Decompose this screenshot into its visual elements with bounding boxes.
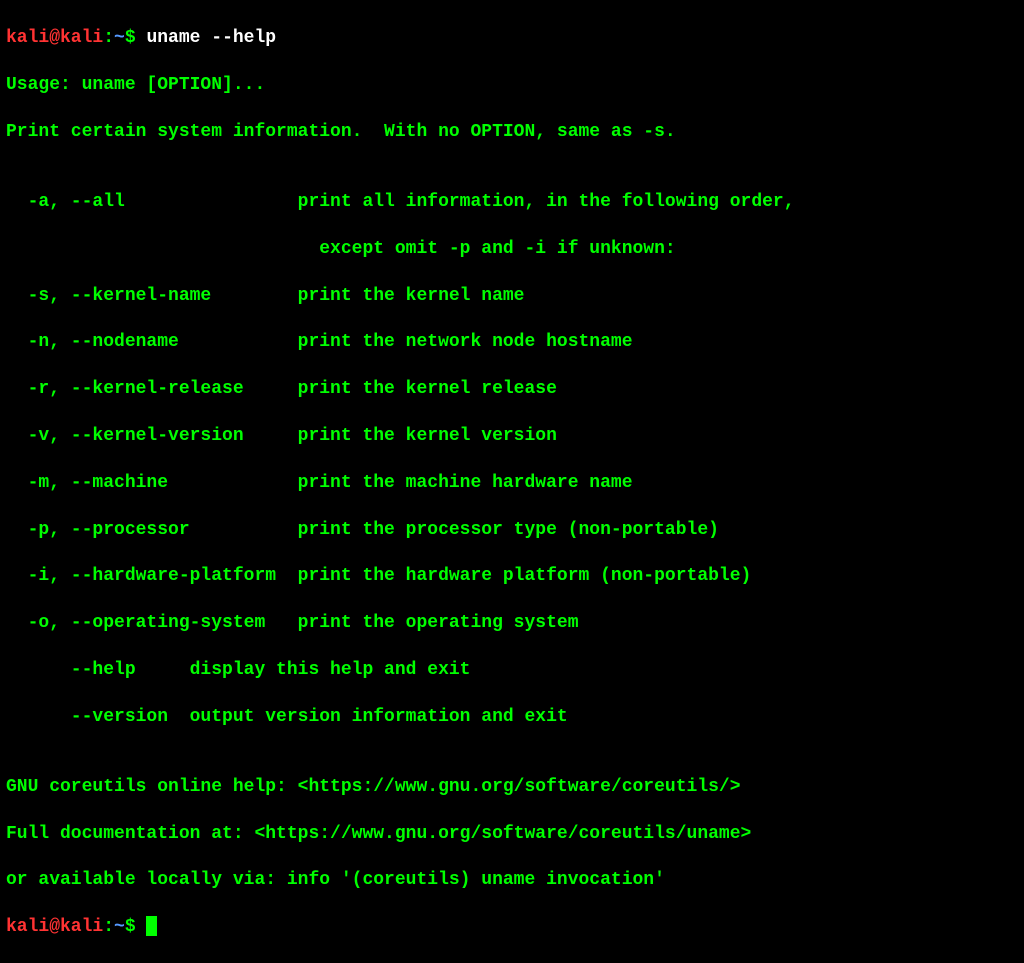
output-line: -m, --machine print the machine hardware…	[6, 472, 1018, 495]
output-line: Usage: uname [OPTION]...	[6, 74, 1018, 97]
prompt-user: kali@kali	[6, 917, 103, 937]
output-line: Full documentation at: <https://www.gnu.…	[6, 823, 1018, 846]
prompt-dollar: $	[125, 28, 147, 48]
prompt-separator: :	[103, 917, 114, 937]
output-line: except omit -p and -i if unknown:	[6, 238, 1018, 261]
terminal[interactable]: kali@kali:~$ uname --help Usage: uname […	[6, 4, 1018, 963]
cursor-icon	[146, 916, 157, 936]
command-text: uname --help	[146, 28, 276, 48]
output-line: -i, --hardware-platform print the hardwa…	[6, 565, 1018, 588]
output-line: -a, --all print all information, in the …	[6, 191, 1018, 214]
prompt-dollar: $	[125, 917, 147, 937]
prompt-separator: :	[103, 28, 114, 48]
output-line: GNU coreutils online help: <https://www.…	[6, 776, 1018, 799]
output-line: Print certain system information. With n…	[6, 121, 1018, 144]
output-line: or available locally via: info '(coreuti…	[6, 869, 1018, 892]
output-line: --version output version information and…	[6, 706, 1018, 729]
output-line: -s, --kernel-name print the kernel name	[6, 285, 1018, 308]
output-line: --help display this help and exit	[6, 659, 1018, 682]
output-line: -o, --operating-system print the operati…	[6, 612, 1018, 635]
command-line-2[interactable]: kali@kali:~$	[6, 916, 1018, 939]
command-line-1: kali@kali:~$ uname --help	[6, 27, 1018, 50]
output-line: -r, --kernel-release print the kernel re…	[6, 378, 1018, 401]
prompt-path: ~	[114, 28, 125, 48]
output-line: -p, --processor print the processor type…	[6, 519, 1018, 542]
output-line: -v, --kernel-version print the kernel ve…	[6, 425, 1018, 448]
prompt-user: kali@kali	[6, 28, 103, 48]
prompt-path: ~	[114, 917, 125, 937]
output-line: -n, --nodename print the network node ho…	[6, 331, 1018, 354]
